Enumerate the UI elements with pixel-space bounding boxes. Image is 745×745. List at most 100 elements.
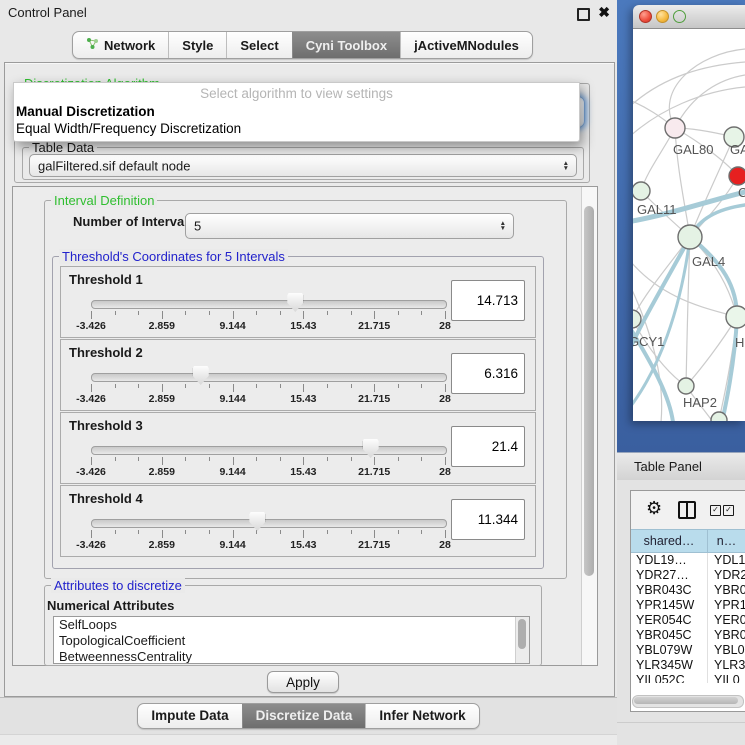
tab-label: Cyni Toolbox: [306, 33, 387, 58]
threshold-value-field[interactable]: [451, 280, 525, 321]
scale-label: 9.144: [219, 393, 245, 405]
node-label: GAL11: [637, 202, 677, 217]
control-panel-titlebar: Control Panel ✖: [0, 0, 617, 26]
scale-label: 21.715: [358, 393, 390, 405]
cell-name: YPR1: [708, 598, 745, 613]
scale-label: 15.43: [290, 466, 316, 478]
close-icon[interactable]: ✖: [598, 4, 610, 21]
table-panel-bar: Table Panel: [617, 452, 745, 481]
table-row[interactable]: YPR145WYPR1: [631, 598, 745, 613]
attribute-list-item-topologicalcoefficient[interactable]: TopologicalCoefficient: [54, 633, 529, 649]
network-node[interactable]: [729, 167, 745, 185]
network-node[interactable]: [678, 225, 702, 249]
tab-jactivemnodules[interactable]: jActiveMNodules: [400, 32, 532, 58]
gear-icon[interactable]: ⚙: [646, 498, 662, 519]
attribute-list-item-selfloops[interactable]: SelfLoops: [54, 617, 529, 633]
tab-label: jActiveMNodules: [414, 33, 519, 58]
number-of-intervals-combobox[interactable]: 5 ▲▼: [185, 213, 514, 239]
network-node[interactable]: [633, 182, 650, 200]
threshold-value-field[interactable]: [451, 353, 525, 394]
attribute-list-item-betweennesscentrality[interactable]: BetweennessCentrality: [54, 649, 529, 664]
scrollbar-thumb[interactable]: [584, 206, 594, 576]
table-row[interactable]: YBR045CYBR0: [631, 628, 745, 643]
network-edge: [633, 279, 662, 421]
tab-label: Style: [182, 33, 213, 58]
cell-name: YER0: [708, 613, 745, 628]
column-header-0[interactable]: shared…: [631, 529, 708, 553]
slider-thumb[interactable]: [193, 366, 209, 385]
group-title: Table Data: [29, 140, 97, 155]
threshold-value-field[interactable]: [451, 426, 525, 467]
cell-shared-name: YBR043C: [631, 583, 708, 598]
table-hscrollbar[interactable]: [632, 695, 744, 708]
close-traffic-light-icon[interactable]: [639, 10, 652, 23]
table-row[interactable]: YBR043CYBR0: [631, 583, 745, 598]
combo-stepper-icon[interactable]: ▲▼: [563, 161, 569, 171]
table-row[interactable]: YLR345WYLR3: [631, 658, 745, 673]
apply-button[interactable]: Apply: [267, 671, 339, 693]
attributes-scrollbar[interactable]: [515, 617, 529, 663]
tab-label: Network: [104, 33, 155, 58]
table-row[interactable]: YBL079WYBL0: [631, 643, 745, 658]
attributes-list[interactable]: SelfLoopsTopologicalCoefficientBetweenne…: [53, 616, 530, 664]
table-row[interactable]: YIL052CYIL0: [631, 673, 745, 683]
network-canvas[interactable]: GAL80GACGAL11GAL4GCY1HHAP2: [633, 29, 745, 421]
tab-select[interactable]: Select: [226, 32, 291, 58]
threshold-row-1: Threshold 1-3.4262.8599.14415.4321.71528: [60, 266, 536, 338]
minimize-traffic-light-icon[interactable]: [656, 10, 669, 23]
settings-scrollbar[interactable]: [581, 187, 597, 665]
node-label: GAL80: [673, 142, 713, 157]
table-data-combobox[interactable]: galFiltered.sif default node ▲▼: [29, 154, 577, 177]
tab-discretize-data[interactable]: Discretize Data: [242, 704, 366, 728]
network-node[interactable]: [726, 306, 745, 328]
network-edge: [641, 128, 675, 191]
network-node[interactable]: [665, 118, 685, 138]
tab-style[interactable]: Style: [168, 32, 226, 58]
cell-shared-name: YDR27…: [631, 568, 708, 583]
cell-shared-name: YLR345W: [631, 658, 708, 673]
network-node[interactable]: [711, 412, 727, 421]
threshold-label: Threshold 3: [69, 418, 143, 433]
columns-icon[interactable]: [678, 501, 696, 519]
table-row[interactable]: YER054CYER0: [631, 613, 745, 628]
threshold-label: Threshold 2: [69, 345, 143, 360]
combo-stepper-icon[interactable]: ▲▼: [500, 221, 506, 231]
scrollbar-thumb[interactable]: [518, 619, 526, 649]
checkboxes-icon[interactable]: ✓✓: [710, 505, 734, 516]
tab-network[interactable]: Network: [73, 32, 168, 58]
tab-cyni-toolbox[interactable]: Cyni Toolbox: [292, 32, 400, 58]
algorithm-option-manual-discretization[interactable]: Manual Discretization: [16, 103, 577, 120]
node-table: ⚙ ✓✓ shared…n… YDL19…YDL1YDR27…YDR2YBR04…: [630, 490, 745, 712]
threshold-value-field[interactable]: [451, 499, 525, 540]
float-window-icon[interactable]: [577, 8, 590, 21]
node-label: GAL4: [692, 254, 725, 269]
thresholds-group: Threshold's Coordinates for 5 Intervals …: [52, 256, 544, 569]
slider-thumb[interactable]: [249, 512, 265, 531]
scale-label: 21.715: [358, 466, 390, 478]
cell-shared-name: YBR045C: [631, 628, 708, 643]
slider-thumb[interactable]: [287, 293, 303, 312]
app-root: Control Panel ✖ Network Style Select Cyni T…: [0, 0, 745, 745]
slider-thumb[interactable]: [363, 439, 379, 458]
threshold-label: Threshold 1: [69, 272, 143, 287]
cell-name: YLR3: [708, 658, 745, 673]
table-row[interactable]: YDL19…YDL1: [631, 553, 745, 568]
slider-track[interactable]: [91, 446, 447, 455]
network-edge: [633, 62, 745, 109]
network-icon: [86, 33, 99, 58]
scale-label: -3.426: [76, 466, 106, 478]
scale-label: 28: [439, 466, 451, 478]
column-header-1[interactable]: n…: [708, 529, 745, 553]
slider-track[interactable]: [91, 300, 447, 309]
tab-impute-data[interactable]: Impute Data: [138, 704, 241, 728]
algorithm-option-equal-width-frequency-discretization[interactable]: Equal Width/Frequency Discretization: [16, 120, 577, 137]
zoom-traffic-light-icon[interactable]: [673, 10, 686, 23]
network-window[interactable]: GAL80GACGAL11GAL4GCY1HHAP2: [633, 5, 745, 421]
table-panel: ⚙ ✓✓ shared…n… YDL19…YDL1YDR27…YDR2YBR04…: [617, 480, 745, 745]
table-row[interactable]: YDR27…YDR2: [631, 568, 745, 583]
tab-infer-network[interactable]: Infer Network: [365, 704, 478, 728]
slider-track[interactable]: [91, 519, 447, 528]
network-node[interactable]: [678, 378, 694, 394]
slider-track[interactable]: [91, 373, 447, 382]
scrollbar-thumb[interactable]: [634, 697, 738, 704]
